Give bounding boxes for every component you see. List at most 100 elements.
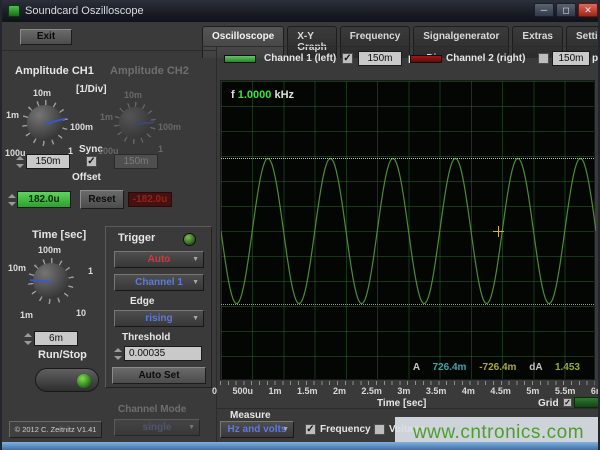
amplitude-max-cursor[interactable] <box>221 158 594 159</box>
amplitude-ch1-knob[interactable] <box>22 100 68 146</box>
trigger-edge-dropdown[interactable]: rising ▼ <box>114 310 204 327</box>
grid-color-swatch[interactable] <box>574 397 600 408</box>
auto-set-button[interactable]: Auto Set <box>112 367 206 384</box>
frequency-checkbox[interactable]: ✓ <box>305 424 316 435</box>
check-icon: ✓ <box>564 398 571 407</box>
channel1-checkbox[interactable]: ✓ <box>342 53 353 64</box>
chevron-down-icon: ▼ <box>192 256 199 263</box>
ch1-knob-label-1m: 1m <box>6 110 19 120</box>
amplitude-ch2-title: Amplitude CH2 <box>110 65 189 77</box>
chevron-down-icon: ▼ <box>282 426 289 433</box>
ch1-amplitude-value[interactable]: 150m <box>26 154 70 169</box>
delta-amp-label: dA <box>529 362 542 373</box>
check-icon: ✓ <box>343 53 351 64</box>
exit-button[interactable]: Exit <box>20 29 72 45</box>
offset-reset-button[interactable]: Reset <box>80 190 124 209</box>
channel1-per-div-input[interactable]: 150m <box>358 51 402 66</box>
delta-amp-value: 1.453 <box>555 362 580 373</box>
taskbar-edge <box>2 442 600 450</box>
trigger-mode-value: Auto <box>148 254 171 265</box>
sync-checkbox[interactable]: ✓ <box>86 156 97 167</box>
ch2-knob-label-100m: 100m <box>158 122 181 132</box>
run-indicator <box>77 374 91 388</box>
channel2-per-div-input[interactable]: 150m <box>552 51 590 66</box>
trigger-mode-dropdown[interactable]: Auto ▼ <box>114 251 204 268</box>
frequency-label: Frequency <box>320 424 371 435</box>
amplitude-ch2-knob[interactable] <box>114 102 156 144</box>
channel2-checkbox[interactable]: ✓ <box>538 53 549 64</box>
amplitude-unit-label: [1/Div] <box>76 84 107 95</box>
copyright-icon: © <box>15 425 21 434</box>
channel2-color-swatch <box>410 55 442 63</box>
app-window: Soundcard Oszilloscope ─ ◻ ✕ Exit Oscill… <box>0 0 600 450</box>
threshold-label: Threshold <box>122 332 170 343</box>
edge-label: Edge <box>130 296 154 307</box>
voltage-checkbox[interactable]: ✓ <box>374 424 385 435</box>
time-knob-label-10m: 10m <box>8 263 26 273</box>
chevron-down-icon: ▼ <box>188 424 195 431</box>
amp-min-value: -726.4m <box>479 362 516 373</box>
amp-max-value: 726.4m <box>432 362 466 373</box>
crosshair-cursor[interactable] <box>493 226 504 237</box>
time-knob-label-1: 1 <box>88 266 93 276</box>
trigger-led <box>183 233 196 246</box>
offset-ch1-spinner[interactable] <box>8 194 16 206</box>
channel1-color-swatch <box>224 55 256 63</box>
amplitude-min-cursor[interactable] <box>221 304 594 305</box>
minimize-button[interactable]: ─ <box>534 3 554 17</box>
chevron-down-icon: ▼ <box>192 279 199 286</box>
check-icon: ✓ <box>306 424 314 435</box>
channel-mode-value: single <box>143 422 172 433</box>
trigger-edge-value: rising <box>145 313 172 324</box>
ch2-knob-label-1: 1 <box>158 144 163 154</box>
measure-mode-value: Hz and volts <box>228 424 287 435</box>
time-spinner[interactable] <box>24 333 32 345</box>
waveform-plot <box>221 81 596 381</box>
time-section-label: Time [sec] <box>32 229 86 241</box>
ch2-knob-label-1m: 1m <box>100 112 113 122</box>
close-button[interactable]: ✕ <box>578 3 598 17</box>
copyright-label: © 2012 C. Zeitnitz V1.41 <box>9 421 102 438</box>
ch1-knob-label-10m: 10m <box>33 88 51 98</box>
scope-display[interactable]: f 1.0000 kHz A 726.4m -726.4m dA 1.453 <box>220 80 595 380</box>
chevron-down-icon: ▼ <box>192 315 199 322</box>
window-title: Soundcard Oszilloscope <box>25 5 144 17</box>
channel-mode-label: Channel Mode <box>118 404 186 415</box>
ch2-knob-label-10m: 10m <box>124 90 142 100</box>
channel1-label: Channel 1 (left) <box>264 53 336 64</box>
offset-label: Offset <box>72 172 101 183</box>
maximize-button[interactable]: ◻ <box>556 3 576 17</box>
offset-ch1-value[interactable]: 182.0u <box>17 191 71 208</box>
time-knob-label-10: 10 <box>76 308 86 318</box>
measurement-readout: A 726.4m -726.4m dA 1.453 <box>403 362 580 373</box>
threshold-value[interactable]: 0.00035 <box>124 346 202 361</box>
trigger-title: Trigger <box>118 232 155 244</box>
threshold-spinner[interactable] <box>114 348 122 360</box>
trigger-source-value: Channel 1 <box>135 277 183 288</box>
channel-mode-dropdown[interactable]: single ▼ <box>114 419 200 436</box>
time-value[interactable]: 6m <box>34 331 78 346</box>
time-knob-label-1m: 1m <box>20 310 33 320</box>
app-icon <box>8 5 20 17</box>
grid-checkbox[interactable]: ✓ <box>563 398 572 407</box>
offset-ch2-value: -182.0u <box>128 192 172 207</box>
check-icon: ✓ <box>87 156 95 167</box>
run-stop-label: Run/Stop <box>38 349 87 361</box>
x-axis-minor-ticks <box>220 381 595 385</box>
x-axis-tick-labels: 0500u 1m1.5m 2m2.5m 3m3.5m 4m4.5m 5m5.5m… <box>212 386 600 396</box>
watermark-text: www.cntronics.com <box>413 422 584 444</box>
ch1-knob-label-100m: 100m <box>70 122 93 132</box>
channel2-per-div-label: per Div <box>592 53 600 64</box>
channel2-label: Channel 2 (right) <box>446 53 525 64</box>
amplitude-ch1-title: Amplitude CH1 <box>15 65 94 77</box>
run-stop-toggle[interactable] <box>35 368 99 392</box>
time-knob[interactable] <box>28 258 74 304</box>
time-knob-label-100m: 100m <box>38 245 61 255</box>
measure-title: Measure <box>230 410 271 421</box>
title-bar: Soundcard Oszilloscope ─ ◻ ✕ <box>2 0 600 22</box>
measure-mode-dropdown[interactable]: Hz and volts ▼ <box>220 421 294 438</box>
ch2-amplitude-value[interactable]: 150m <box>114 154 158 169</box>
ch1-amplitude-spinner[interactable] <box>16 156 24 168</box>
amp-label: A <box>413 362 420 373</box>
trigger-source-dropdown[interactable]: Channel 1 ▼ <box>114 274 204 291</box>
